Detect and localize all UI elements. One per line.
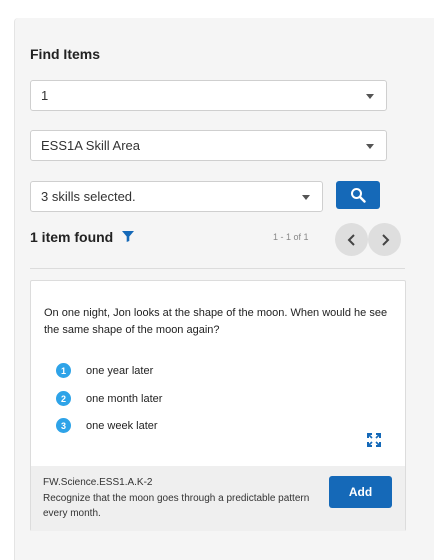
answer-option: 3 one week later <box>56 418 158 433</box>
grade-select-value: 1 <box>41 88 49 103</box>
answer-number-badge: 2 <box>56 391 71 406</box>
item-question: On one night, Jon looks at the shape of … <box>44 307 388 336</box>
answer-text: one month later <box>86 392 163 405</box>
grade-select[interactable]: 1 <box>30 80 387 111</box>
chevron-left-icon <box>347 233 355 246</box>
answer-text: one year later <box>86 364 154 377</box>
answer-text: one week later <box>86 419 158 432</box>
chevron-down-icon <box>366 144 374 149</box>
expand-icon[interactable] <box>367 433 381 447</box>
results-divider <box>30 268 405 269</box>
find-items-heading: Find Items <box>30 46 101 62</box>
skill-area-select-value: ESS1A Skill Area <box>41 138 140 153</box>
answer-number-badge: 1 <box>56 363 71 378</box>
standard-code: FW.Science.ESS1.A.K-2 <box>43 477 153 488</box>
item-card: On one night, Jon looks at the shape of … <box>30 280 406 531</box>
search-button[interactable] <box>336 181 380 209</box>
chevron-right-icon <box>381 233 389 246</box>
skills-select[interactable]: 3 skills selected. <box>30 181 323 212</box>
item-card-footer: FW.Science.ESS1.A.K-2 Recognize that the… <box>31 466 405 531</box>
chevron-down-icon <box>366 94 374 99</box>
skill-area-select[interactable]: ESS1A Skill Area <box>30 130 387 161</box>
filter-icon[interactable] <box>122 229 135 245</box>
search-icon <box>351 188 366 203</box>
add-item-button[interactable]: Add <box>329 476 392 508</box>
chevron-down-icon <box>302 195 310 200</box>
find-items-panel: Find Items 1 ESS1A Skill Area 3 skills s… <box>14 18 434 560</box>
answer-number-badge: 3 <box>56 418 71 433</box>
previous-page-button[interactable] <box>335 223 368 256</box>
standard-description: Recognize that the moon goes through a p… <box>43 493 310 519</box>
results-count: 1 item found <box>30 229 135 245</box>
skills-select-value: 3 skills selected. <box>41 189 136 204</box>
answer-option: 2 one month later <box>56 391 162 406</box>
next-page-button[interactable] <box>368 223 401 256</box>
answer-option: 1 one year later <box>56 363 153 378</box>
pagination-range: 1 - 1 of 1 <box>273 232 309 242</box>
results-count-label: 1 item found <box>30 229 114 245</box>
